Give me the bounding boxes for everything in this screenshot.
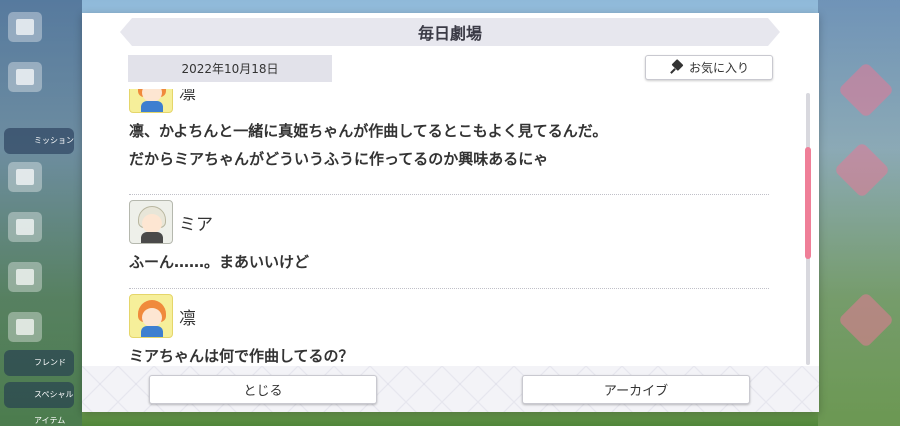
- ground-strip: [82, 412, 818, 426]
- close-label: とじる: [243, 384, 283, 399]
- date-box: 2022年10月18日: [128, 55, 332, 82]
- rin-avatar: [129, 89, 173, 113]
- archive-label: アーカイブ: [603, 384, 669, 399]
- dialog-title-bar: 毎日劇場: [120, 18, 780, 46]
- gift-button: [8, 162, 42, 192]
- speaker-row: ミア: [129, 200, 769, 244]
- dialog-title: 毎日劇場: [417, 26, 482, 43]
- speaker-name: 凛: [179, 308, 196, 329]
- menu-icon: [16, 19, 34, 35]
- speaker-row: 凛: [129, 294, 769, 338]
- dialogue-entry: 凛 凛、かよちんと一緒に真姫ちゃんが作曲してるとこもよく見てるんだ。 だからミア…: [129, 89, 769, 173]
- side-tag: スペシャルアイテム: [4, 382, 74, 425]
- gift-icon: [16, 169, 34, 185]
- image-button: [8, 212, 42, 242]
- decor-diamond: [837, 291, 895, 349]
- background-left-menu: ミッション フレンド スペシャルアイテム: [0, 0, 82, 426]
- speaker-row: 凛: [129, 89, 769, 113]
- dialogue-scroll-area[interactable]: 凛 凛、かよちんと一緒に真姫ちゃんが作曲してるとこもよく見てるんだ。 だからミア…: [82, 89, 819, 369]
- background-right-panel: [818, 0, 900, 426]
- pin-icon: [669, 58, 684, 75]
- dialogue-line: ふーん……。まあいいけど: [129, 253, 310, 271]
- close-button[interactable]: とじる: [149, 375, 377, 404]
- speaker-name: ミア: [179, 214, 213, 235]
- expand-icon: [16, 319, 34, 335]
- dialogue-line: 凛、かよちんと一緒に真姫ちゃんが作曲してるとこもよく見てるんだ。: [129, 122, 608, 140]
- rin-avatar: [129, 294, 173, 338]
- expand-button: [8, 312, 42, 342]
- decor-diamond: [833, 141, 891, 199]
- daily-theater-dialog: 毎日劇場 2022年10月18日 お気に入り 凛 凛、かよちんと一緒に真姫ちゃん…: [82, 13, 819, 412]
- group-button: [8, 262, 42, 292]
- date-label: 2022年10月18日: [181, 62, 279, 76]
- decor-diamond: [837, 61, 895, 119]
- favorite-label: お気に入り: [688, 61, 749, 75]
- entry-divider: [129, 288, 769, 289]
- dialogue-entry: 凛 ミアちゃんは何で作曲してるの？: [129, 294, 769, 369]
- group-icon: [16, 269, 34, 285]
- entry-divider: [129, 194, 769, 195]
- image-icon: [16, 219, 34, 235]
- speaker-name: 凛: [179, 89, 196, 104]
- favorite-button[interactable]: お気に入り: [645, 55, 773, 80]
- archive-button[interactable]: アーカイブ: [522, 375, 750, 404]
- dialogue-entry: ミア ふーん……。まあいいけど: [129, 200, 769, 276]
- side-tag: フレンド: [4, 350, 74, 376]
- side-tag: ミッション: [4, 128, 74, 154]
- chat-button: [8, 62, 42, 92]
- dialogue-line: だからミアちゃんがどういうふうに作ってるのか興味あるにゃ: [129, 150, 549, 168]
- mia-avatar: [129, 200, 173, 244]
- chat-icon: [16, 69, 34, 85]
- dialogue-line: ミアちゃんは何で作曲してるの？: [129, 347, 354, 365]
- scrollbar-thumb[interactable]: [805, 147, 811, 259]
- menu-button: [8, 12, 42, 42]
